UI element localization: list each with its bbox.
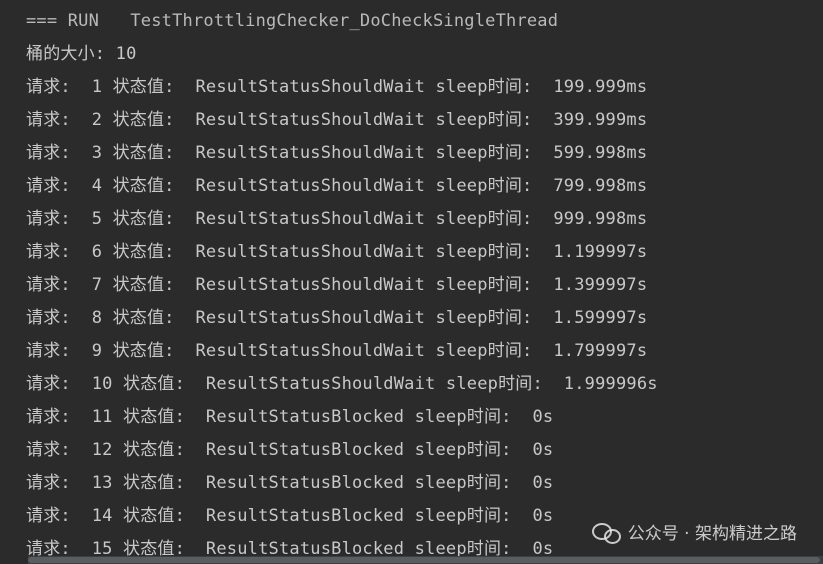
- watermark: 公众号 · 架构精进之路: [591, 519, 797, 544]
- request-line: 请求: 11 状态值: ResultStatusBlocked sleep时间:…: [26, 407, 554, 427]
- bucket-size-line: 桶的大小: 10: [26, 44, 137, 64]
- watermark-text: 公众号 · 架构精进之路: [627, 524, 797, 544]
- request-line: 请求: 7 状态值: ResultStatusShouldWait sleep时…: [26, 275, 648, 295]
- console-output: === RUN TestThrottlingChecker_DoCheckSin…: [0, 0, 823, 564]
- request-line: 请求: 13 状态值: ResultStatusBlocked sleep时间:…: [26, 473, 554, 493]
- request-line: 请求: 2 状态值: ResultStatusShouldWait sleep时…: [26, 110, 648, 130]
- request-line: 请求: 1 状态值: ResultStatusShouldWait sleep时…: [26, 77, 648, 97]
- run-header-line: === RUN TestThrottlingChecker_DoCheckSin…: [26, 11, 559, 31]
- request-line: 请求: 6 状态值: ResultStatusShouldWait sleep时…: [26, 242, 648, 262]
- request-line: 请求: 3 状态值: ResultStatusShouldWait sleep时…: [26, 143, 648, 163]
- request-line: 请求: 5 状态值: ResultStatusShouldWait sleep时…: [26, 209, 648, 229]
- horizontal-scrollbar[interactable]: [28, 556, 823, 564]
- request-line: 请求: 4 状态值: ResultStatusShouldWait sleep时…: [26, 176, 648, 196]
- request-line: 请求: 12 状态值: ResultStatusBlocked sleep时间:…: [26, 440, 554, 460]
- request-line: 请求: 8 状态值: ResultStatusShouldWait sleep时…: [26, 308, 648, 328]
- request-line: 请求: 10 状态值: ResultStatusShouldWait sleep…: [26, 374, 658, 394]
- console-lines: === RUN TestThrottlingChecker_DoCheckSin…: [26, 5, 823, 564]
- wechat-icon: [591, 521, 621, 544]
- scrollbar-thumb[interactable]: [28, 557, 820, 563]
- request-line: 请求: 9 状态值: ResultStatusShouldWait sleep时…: [26, 341, 648, 361]
